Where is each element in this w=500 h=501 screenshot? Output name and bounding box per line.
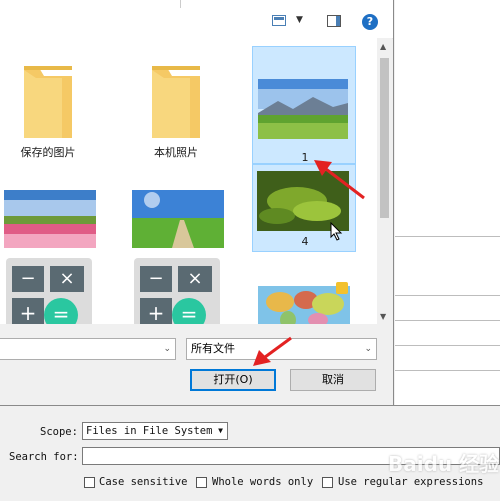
whole-words-checkbox[interactable] <box>196 477 207 488</box>
flower-field-thumbnail <box>4 190 96 248</box>
case-sensitive-checkbox[interactable] <box>84 477 95 488</box>
folder-item[interactable]: 保存的图片 <box>0 46 96 164</box>
help-icon[interactable]: ? <box>362 14 378 30</box>
image-item[interactable]: − × + = <box>0 254 96 324</box>
scope-select[interactable]: Files in File System ▼ <box>82 422 228 440</box>
case-sensitive-label: Case sensitive <box>99 476 188 488</box>
calculator-icon: − × + = <box>6 258 92 324</box>
open-button[interactable]: 打开(O) <box>190 369 276 391</box>
chevron-down-icon[interactable]: ▼ <box>296 15 303 25</box>
calculator-icon: − × + = <box>134 258 220 324</box>
mouse-cursor <box>330 222 343 241</box>
world-map-thumbnail <box>258 282 350 324</box>
divider <box>395 345 500 346</box>
divider <box>395 295 500 296</box>
search-label: Search for: <box>9 451 79 463</box>
scroll-down-icon[interactable]: ▼ <box>380 312 386 321</box>
item-label: 保存的图片 <box>20 146 76 159</box>
landscape-thumbnail <box>258 79 348 139</box>
scope-value: Files in File System <box>86 425 213 437</box>
background-window <box>395 0 500 410</box>
folder-item[interactable]: 本机照片 <box>128 46 224 164</box>
watermark: Baidu 经验 <box>388 452 500 476</box>
divider <box>395 370 500 371</box>
chevron-down-icon: ▼ <box>218 426 223 435</box>
image-item[interactable] <box>252 254 356 324</box>
annotation-arrow <box>314 160 365 200</box>
cancel-button[interactable]: 取消 <box>290 369 376 391</box>
regex-checkbox[interactable] <box>322 477 333 488</box>
preview-pane-icon[interactable] <box>327 15 341 30</box>
scrollbar-thumb[interactable] <box>380 58 389 218</box>
filename-input[interactable]: ⌄ <box>0 338 176 360</box>
scope-label: Scope: <box>40 426 78 438</box>
item-label: 本机照片 <box>154 146 198 159</box>
divider <box>180 0 181 8</box>
image-item-selected[interactable]: 1 <box>252 46 356 164</box>
chevron-down-icon: ⌄ <box>364 344 372 354</box>
scroll-up-icon[interactable]: ▲ <box>380 42 386 51</box>
green-road-thumbnail <box>132 190 224 248</box>
whole-words-label: Whole words only <box>212 476 314 488</box>
regex-label: Use regular expressions <box>338 476 484 488</box>
divider <box>395 236 500 237</box>
divider <box>395 320 500 321</box>
file-type-value: 所有文件 <box>191 342 235 355</box>
dialog-toolbar: ▼ ? <box>0 0 393 39</box>
chevron-down-icon: ⌄ <box>163 344 171 354</box>
annotation-arrow <box>253 336 292 366</box>
view-menu-icon[interactable] <box>272 15 286 29</box>
image-item[interactable]: − × + = <box>128 254 224 324</box>
